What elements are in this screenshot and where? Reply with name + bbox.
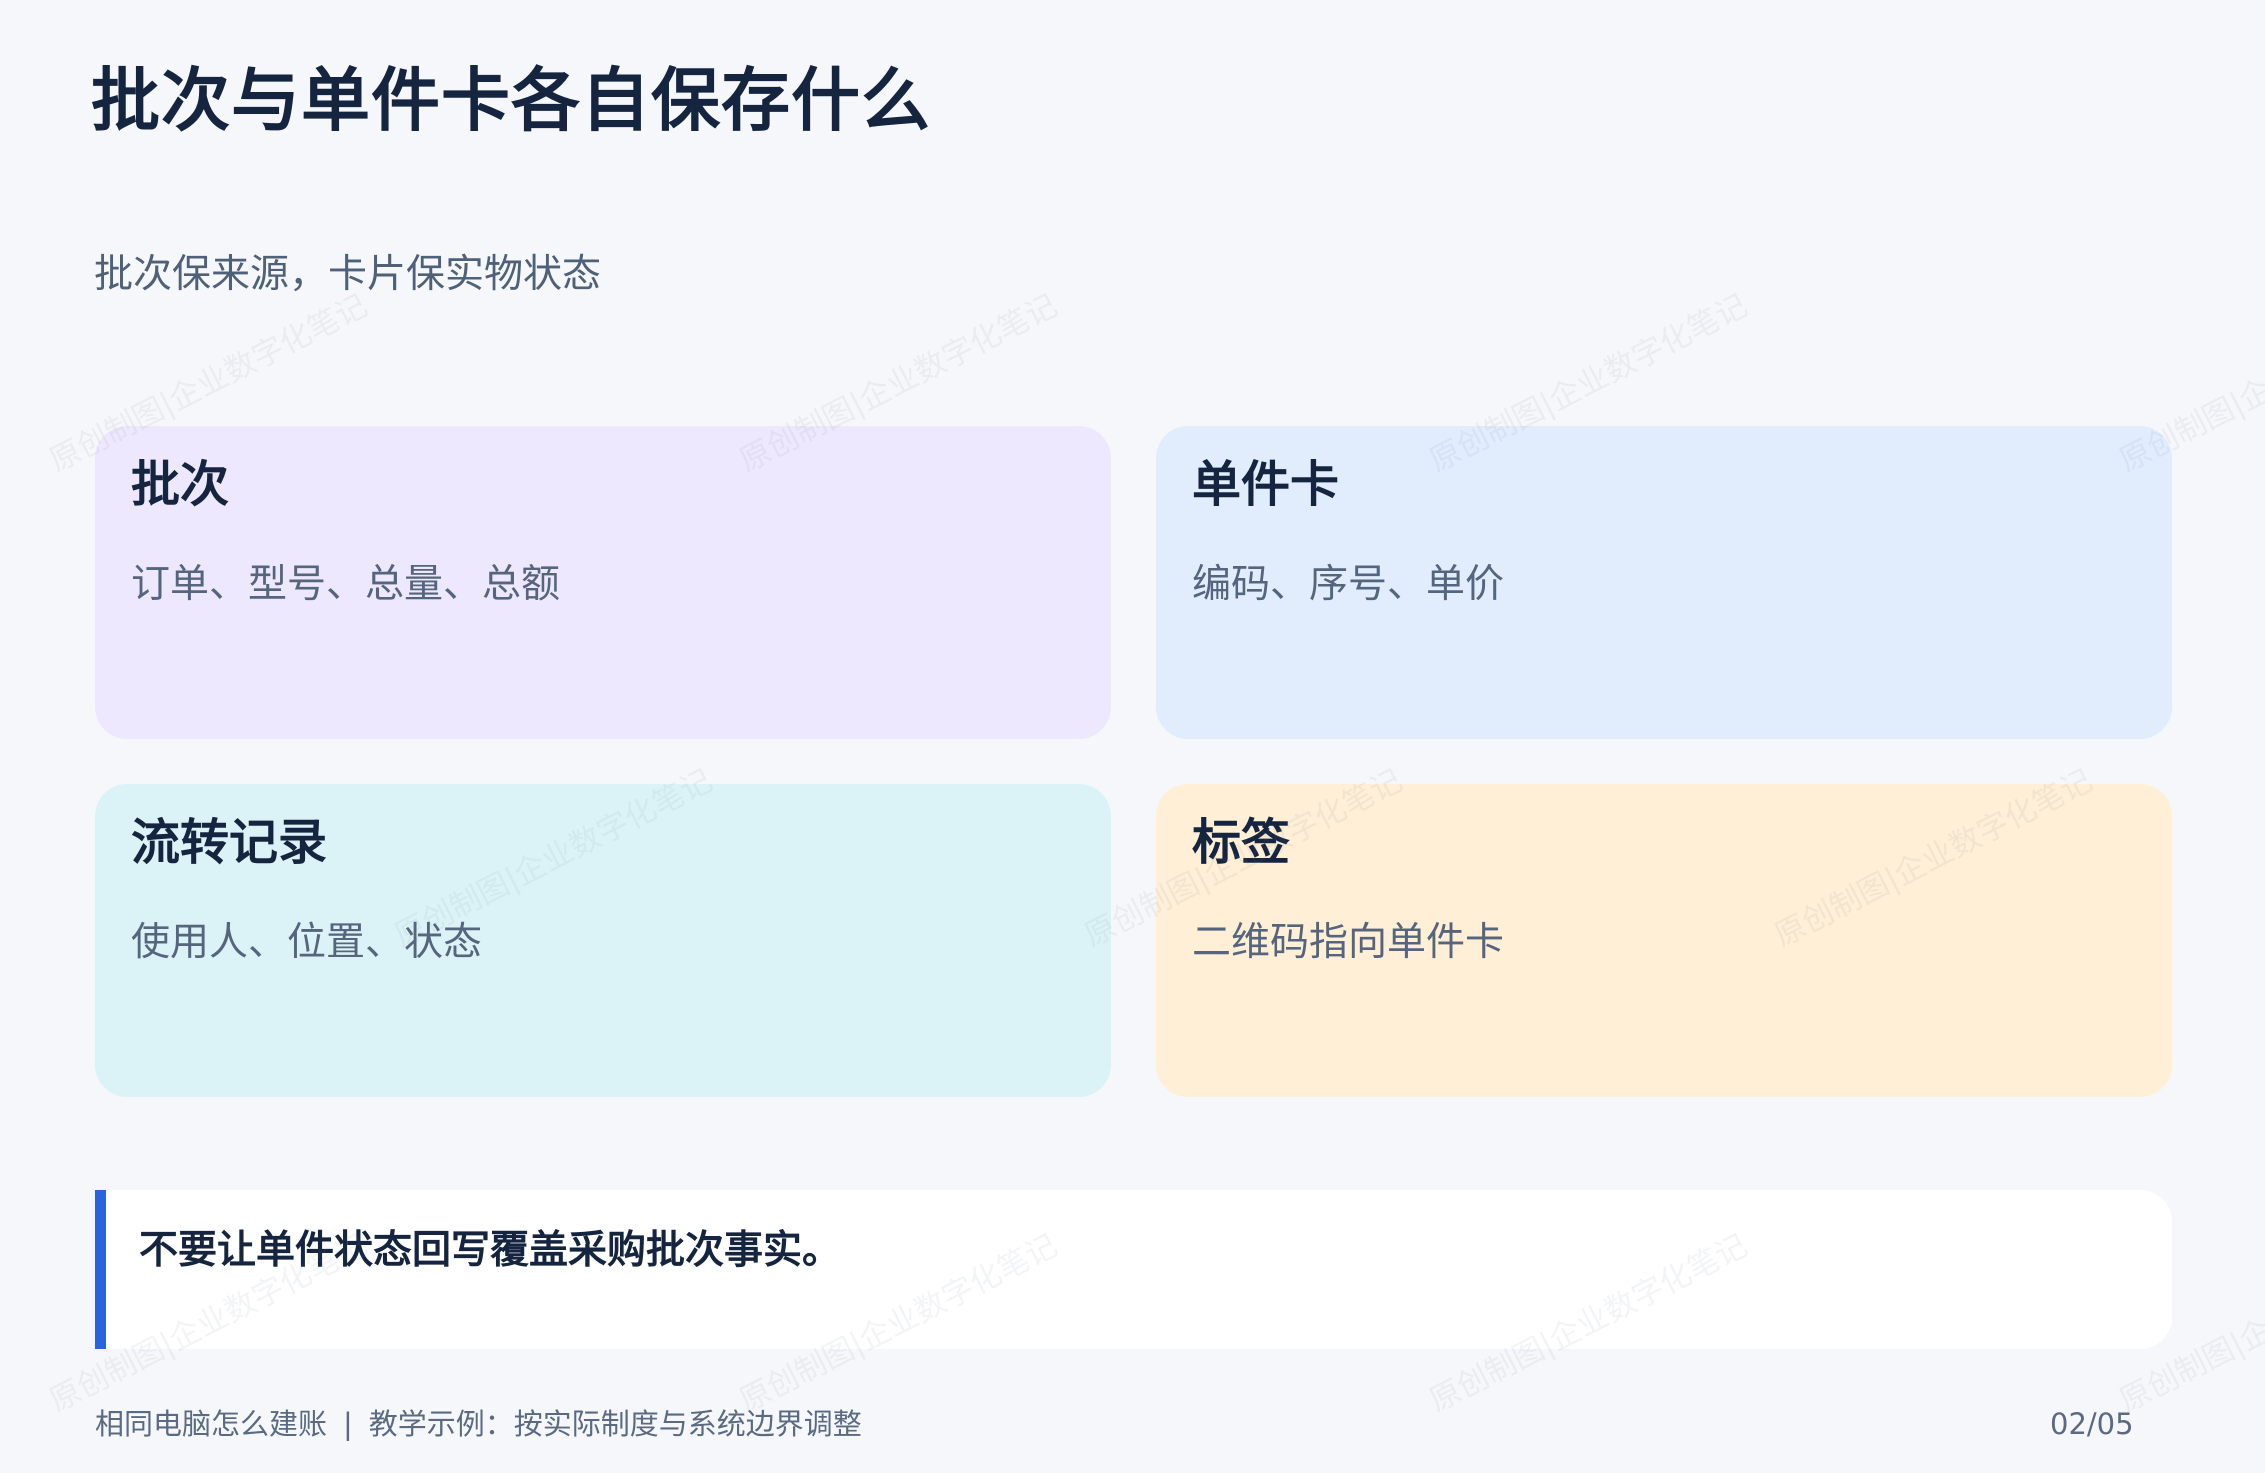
footer-source: 相同电脑怎么建账 | 教学示例：按实际制度与系统边界调整 [95,1406,862,1444]
card-label-body: 二维码指向单件卡 [1192,920,1505,965]
card-flow-record-body: 使用人、位置、状态 [131,920,483,965]
page-subtitle: 批次保来源，卡片保实物状态 [94,252,602,297]
footer-separator: | [343,1407,353,1441]
card-batch-body: 订单、型号、总量、总额 [131,562,561,607]
card-batch: 批次 订单、型号、总量、总额 [95,426,1111,739]
page-title: 批次与单件卡各自保存什么 [91,61,931,141]
card-label-title: 标签 [1192,814,1291,871]
page-indicator: 02/05 [2050,1407,2134,1441]
card-flow-record-title: 流转记录 [131,814,328,871]
card-item: 单件卡 编码、序号、单价 [1156,426,2172,739]
footer-source-title: 相同电脑怎么建账 [95,1407,328,1441]
callout-note-text: 不要让单件状态回写覆盖采购批次事实。 [139,1228,842,1273]
footer-disclaimer: 教学示例：按实际制度与系统边界调整 [368,1407,862,1441]
callout-accent-bar [95,1190,106,1349]
card-item-body: 编码、序号、单价 [1192,562,1505,607]
card-flow-record: 流转记录 使用人、位置、状态 [95,784,1111,1097]
card-label: 标签 二维码指向单件卡 [1156,784,2172,1097]
callout-note: 不要让单件状态回写覆盖采购批次事实。 [95,1190,2172,1349]
card-item-title: 单件卡 [1192,456,1340,513]
card-batch-title: 批次 [131,456,230,513]
